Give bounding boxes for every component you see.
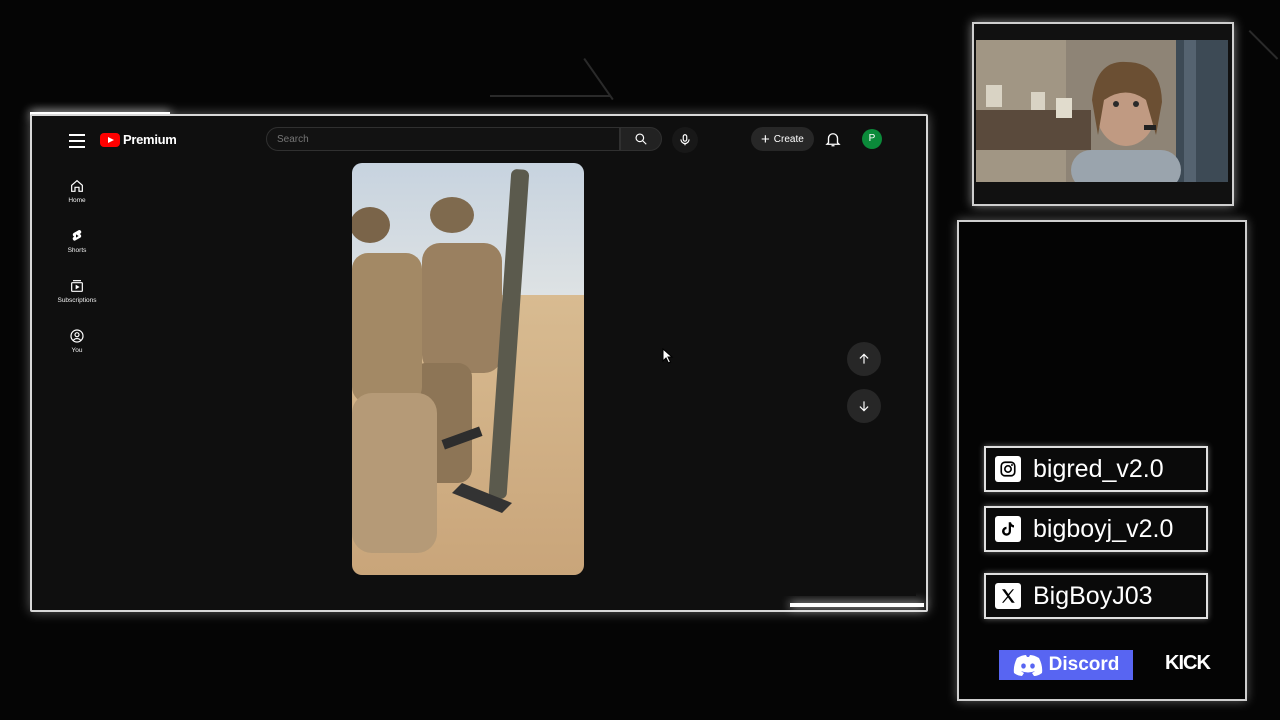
notifications-bell-icon[interactable] [824,130,842,148]
sidebar-item-shorts[interactable]: Shorts [38,216,116,266]
discord-badge[interactable]: Discord [999,650,1133,680]
webcam-feed [976,40,1228,182]
subscriptions-icon [71,280,83,292]
x-logo-icon [995,583,1021,609]
previous-video-button[interactable] [847,342,881,376]
sidebar-item-home[interactable]: Home [38,166,116,216]
shorts-icon [72,229,82,241]
brand-label: Premium [123,132,177,147]
discord-label: Discord [1048,654,1120,675]
plus-icon: + [761,130,770,148]
shorts-video-player[interactable] [352,163,584,575]
sidebar-item-label: You [71,347,83,354]
home-icon [71,179,83,192]
sidebar-item-subscriptions[interactable]: Subscriptions [38,266,116,316]
voice-search-button[interactable] [672,127,698,153]
tiktok-icon [995,516,1021,542]
microphone-icon [680,134,690,146]
frame-glow [790,603,924,607]
search-icon [635,133,647,145]
sidebar-item-label: Home [68,197,86,204]
sidebar-item-you[interactable]: You [38,316,116,366]
decorative-line [490,95,610,97]
tiktok-label: bigboyj_v2.0 [1033,514,1174,543]
account-icon [70,329,84,343]
arrow-down-icon [859,401,869,412]
decorative-line [583,58,614,101]
sidebar-item-label: Subscriptions [57,297,97,304]
video-frame [352,163,584,575]
youtube-logo[interactable]: Premium [100,132,177,147]
instagram-handle[interactable]: bigred_v2.0 [984,446,1208,492]
instagram-label: bigred_v2.0 [1033,454,1164,483]
mouse-cursor-icon [662,348,674,364]
youtube-app: Premium + Create P Home [38,122,916,596]
webcam-image [976,40,1228,182]
discord-icon [1013,655,1042,676]
sidebar-item-label: Shorts [67,247,87,254]
search-button[interactable] [620,127,662,151]
create-label: Create [773,133,804,145]
masthead: Premium + Create P [38,122,916,158]
youtube-icon [100,132,120,147]
arrow-up-icon [859,353,869,364]
create-button[interactable]: + Create [751,127,814,151]
menu-button[interactable] [66,130,88,150]
decorative-line [1248,30,1279,60]
guide-sidebar: Home Shorts Subscriptions You [38,166,116,366]
search-input[interactable] [266,127,620,151]
x-label: BigBoyJ03 [1033,581,1153,610]
kick-logo[interactable]: KICK [1165,652,1211,675]
next-video-button[interactable] [847,389,881,423]
tiktok-handle[interactable]: bigboyj_v2.0 [984,506,1208,552]
x-handle[interactable]: BigBoyJ03 [984,573,1208,619]
instagram-icon [995,456,1021,482]
avatar[interactable]: P [862,129,882,149]
